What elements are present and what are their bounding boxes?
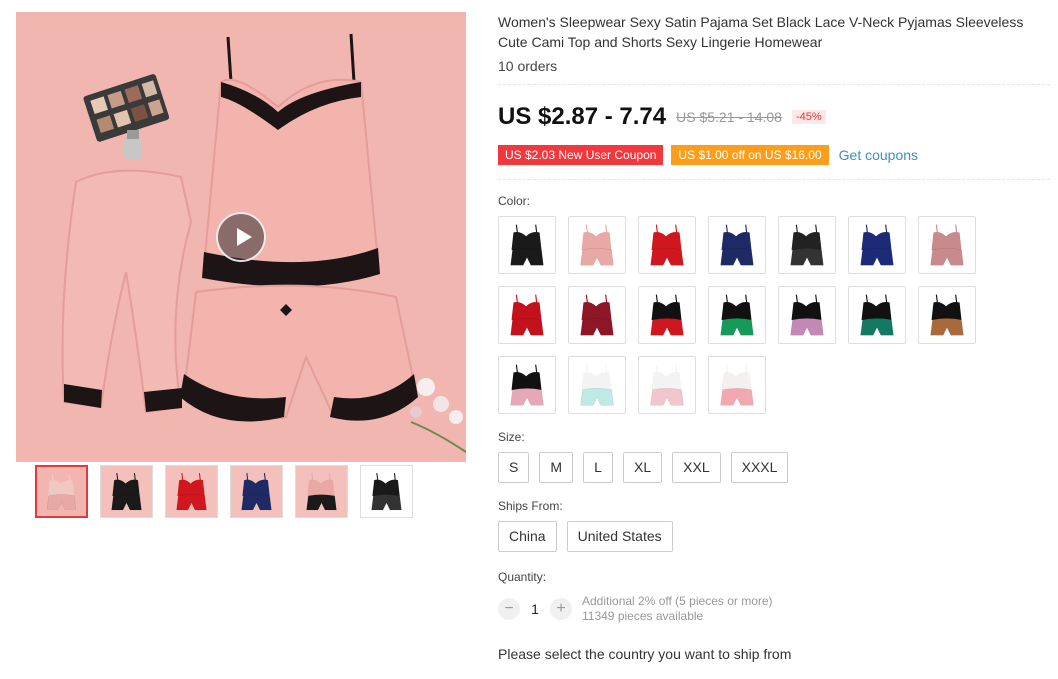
color-swatch[interactable] bbox=[848, 216, 906, 274]
color-swatch[interactable] bbox=[638, 356, 696, 414]
order-count: 10 orders bbox=[498, 58, 1050, 85]
play-video-icon[interactable] bbox=[216, 212, 266, 262]
size-label: Size: bbox=[498, 430, 525, 444]
color-swatch[interactable] bbox=[638, 216, 696, 274]
size-option[interactable]: L bbox=[583, 452, 614, 483]
size-option[interactable]: XXXL bbox=[730, 452, 789, 483]
color-swatch[interactable] bbox=[568, 216, 626, 274]
coupon-row: US $2.03 New User Coupon US $1.00 off on… bbox=[498, 145, 1050, 180]
discount-badge: -45% bbox=[791, 110, 826, 124]
quantity-minus-button[interactable]: − bbox=[498, 598, 520, 620]
ships-from-options: China United States bbox=[498, 521, 1050, 552]
shipping-country-note: Please select the country you want to sh… bbox=[498, 646, 792, 662]
gallery-thumbnail[interactable] bbox=[35, 465, 88, 518]
color-swatch[interactable] bbox=[638, 286, 696, 344]
gallery-thumbnail[interactable] bbox=[295, 465, 348, 518]
color-swatch[interactable] bbox=[568, 356, 626, 414]
ships-from-label: Ships From: bbox=[498, 499, 563, 513]
ships-from-option[interactable]: China bbox=[498, 521, 557, 552]
price-row: US $2.87 - 7.74 US $5.21 - 14.08 -45% bbox=[498, 103, 1050, 131]
quantity-plus-button[interactable]: + bbox=[550, 598, 572, 620]
color-swatch-grid bbox=[498, 216, 1050, 414]
color-swatch[interactable] bbox=[778, 286, 836, 344]
gallery-thumbnail[interactable] bbox=[360, 465, 413, 518]
product-title: Women's Sleepwear Sexy Satin Pajama Set … bbox=[498, 14, 1024, 50]
get-coupons-link[interactable]: Get coupons bbox=[839, 147, 918, 163]
color-swatch[interactable] bbox=[708, 356, 766, 414]
original-price: US $5.21 - 14.08 bbox=[676, 109, 782, 125]
color-label: Color: bbox=[498, 194, 531, 208]
size-option[interactable]: XXL bbox=[672, 452, 721, 483]
current-price: US $2.87 - 7.74 bbox=[498, 103, 667, 130]
product-gallery bbox=[16, 12, 466, 462]
size-option[interactable]: XL bbox=[623, 452, 663, 483]
color-swatch[interactable] bbox=[498, 356, 556, 414]
main-product-image[interactable] bbox=[16, 12, 466, 462]
color-swatch[interactable] bbox=[498, 216, 556, 274]
color-swatch[interactable] bbox=[708, 216, 766, 274]
color-swatch[interactable] bbox=[918, 286, 976, 344]
size-option[interactable]: S bbox=[498, 452, 530, 483]
thumbnail-strip bbox=[35, 465, 413, 518]
new-user-coupon[interactable]: US $2.03 New User Coupon bbox=[498, 145, 664, 165]
color-swatch[interactable] bbox=[918, 216, 976, 274]
product-info-panel: Women's Sleepwear Sexy Satin Pajama Set … bbox=[498, 12, 1050, 662]
color-swatch[interactable] bbox=[708, 286, 766, 344]
bulk-discount-text: Additional 2% off (5 pieces or more) bbox=[582, 594, 773, 608]
quantity-stepper: − 1 + Additional 2% off (5 pieces or mor… bbox=[498, 594, 1050, 624]
color-swatch[interactable] bbox=[778, 216, 836, 274]
gallery-thumbnail[interactable] bbox=[100, 465, 153, 518]
quantity-value[interactable]: 1 bbox=[520, 601, 550, 617]
gallery-thumbnail[interactable] bbox=[230, 465, 283, 518]
color-swatch[interactable] bbox=[568, 286, 626, 344]
store-coupon[interactable]: US $1.00 off on US $16.00 bbox=[671, 145, 829, 165]
quantity-info: Additional 2% off (5 pieces or more) 113… bbox=[582, 594, 773, 624]
stock-available-text: 11349 pieces available bbox=[582, 609, 704, 623]
ships-from-option[interactable]: United States bbox=[566, 521, 673, 552]
gallery-thumbnail[interactable] bbox=[165, 465, 218, 518]
color-swatch[interactable] bbox=[498, 286, 556, 344]
quantity-label: Quantity: bbox=[498, 570, 547, 584]
size-options: S M L XL XXL XXXL bbox=[498, 452, 1050, 483]
color-swatch[interactable] bbox=[848, 286, 906, 344]
size-option[interactable]: M bbox=[539, 452, 574, 483]
